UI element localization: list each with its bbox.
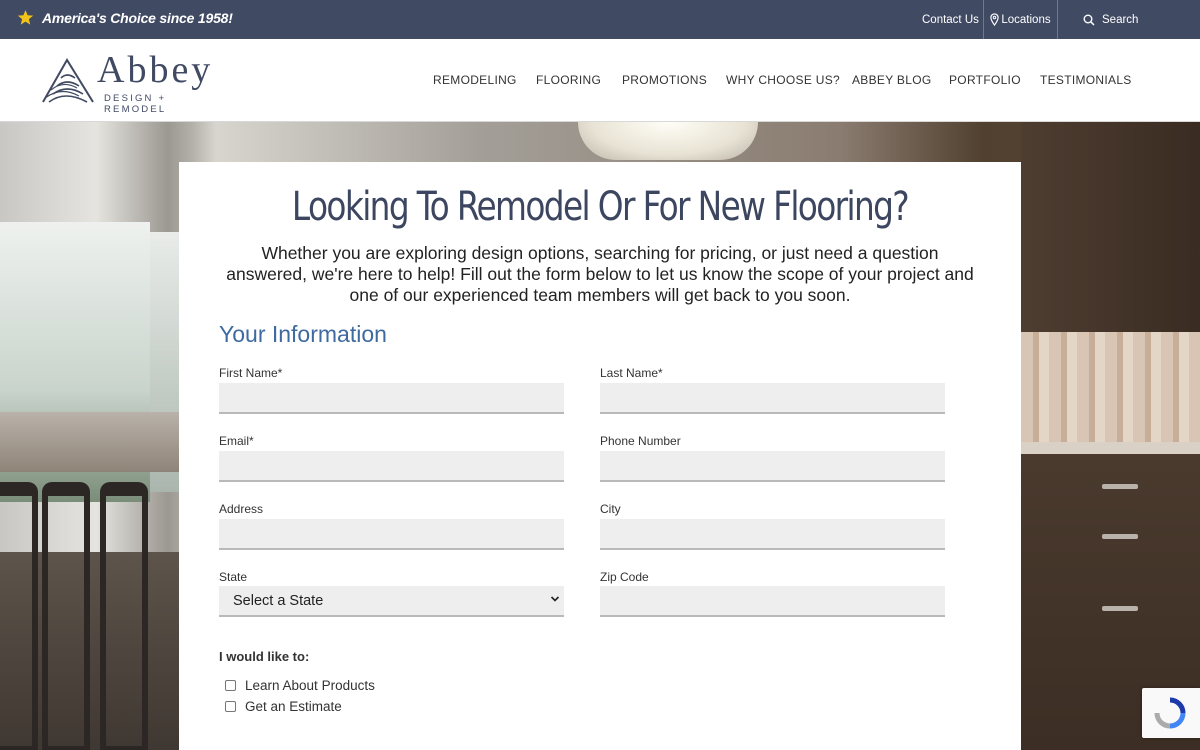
option-label: Learn About Products [245, 678, 375, 693]
checkbox[interactable] [225, 701, 236, 712]
site-header: Abbey DESIGN + REMODEL REMODELING FLOORI… [0, 39, 1200, 122]
section-title: Your Information [219, 321, 387, 347]
phone-field[interactable] [600, 451, 945, 482]
address-field[interactable] [219, 519, 564, 550]
bar-stool-decor [42, 482, 90, 750]
first-name-field[interactable] [219, 383, 564, 414]
locations-label: Locations [1001, 13, 1051, 26]
top-utility-bar: America's Choice since 1958! Contact Us … [0, 0, 1200, 39]
email-label: Email* [219, 434, 254, 448]
nav-remodeling[interactable]: REMODELING [433, 73, 517, 87]
option-label: Get an Estimate [245, 699, 342, 714]
search-icon [1083, 14, 1095, 26]
first-name-label: First Name* [219, 366, 283, 380]
nav-flooring[interactable]: FLOORING [536, 73, 601, 87]
option-learn-about-products[interactable]: Learn About Products [225, 678, 375, 693]
nav-abbey-blog[interactable]: ABBEY BLOG [852, 73, 931, 87]
option-get-estimate[interactable]: Get an Estimate [225, 699, 342, 714]
city-field[interactable] [600, 519, 945, 550]
email-field[interactable] [219, 451, 564, 482]
search-button[interactable]: Search [1083, 0, 1138, 39]
state-select[interactable]: Select a State [219, 586, 564, 617]
contact-us-link[interactable]: Contact Us [922, 0, 983, 39]
state-label: State [219, 570, 248, 584]
recaptcha-icon [1154, 697, 1186, 729]
bar-stool-decor [0, 482, 38, 750]
locations-link[interactable]: Locations [983, 0, 1058, 39]
nav-why-choose-us[interactable]: WHY CHOOSE US? [726, 73, 840, 87]
upper-cabinet-decor [1021, 122, 1200, 332]
last-name-field[interactable] [600, 383, 945, 414]
contact-form-card: Looking To Remodel Or For New Flooring? … [179, 162, 1021, 750]
address-label: Address [219, 502, 264, 516]
phone-label: Phone Number [600, 434, 681, 448]
chevron-down-icon [550, 596, 560, 602]
city-label: City [600, 502, 621, 516]
tagline: America's Choice since 1958! [17, 9, 233, 26]
star-icon [17, 10, 34, 25]
checkbox[interactable] [225, 680, 236, 691]
search-label: Search [1102, 13, 1139, 26]
logo-mark-icon [42, 58, 94, 103]
drawer-handle-decor [1102, 606, 1138, 611]
nav-promotions[interactable]: PROMOTIONS [622, 73, 707, 87]
map-pin-icon [990, 13, 1000, 26]
backsplash-decor [1021, 332, 1200, 442]
recaptcha-badge[interactable] [1142, 688, 1200, 738]
state-select-value: Select a State [233, 592, 324, 609]
logo-wordmark: Abbey [97, 49, 214, 91]
abbey-logo[interactable]: Abbey DESIGN + REMODEL [39, 49, 224, 115]
page-title: Looking To Remodel Or For New Flooring? [291, 184, 910, 230]
drawer-handle-decor [1102, 484, 1138, 489]
nav-portfolio[interactable]: PORTFOLIO [949, 73, 1021, 87]
intro-text: Whether you are exploring design options… [226, 243, 974, 305]
tagline-text: America's Choice since 1958! [42, 9, 233, 26]
would-like-label: I would like to: [219, 649, 310, 664]
nav-testimonials[interactable]: TESTIMONIALS [1040, 73, 1132, 87]
bar-stool-decor [100, 482, 148, 750]
logo-subtitle: DESIGN + REMODEL [104, 93, 167, 115]
zip-label: Zip Code [600, 570, 649, 584]
last-name-label: Last Name* [600, 366, 663, 380]
zip-field[interactable] [600, 586, 945, 617]
drawer-handle-decor [1102, 534, 1138, 539]
contact-us-label: Contact Us [922, 13, 979, 26]
island-counter-decor [0, 412, 180, 472]
pendant-light-decor [578, 122, 758, 160]
